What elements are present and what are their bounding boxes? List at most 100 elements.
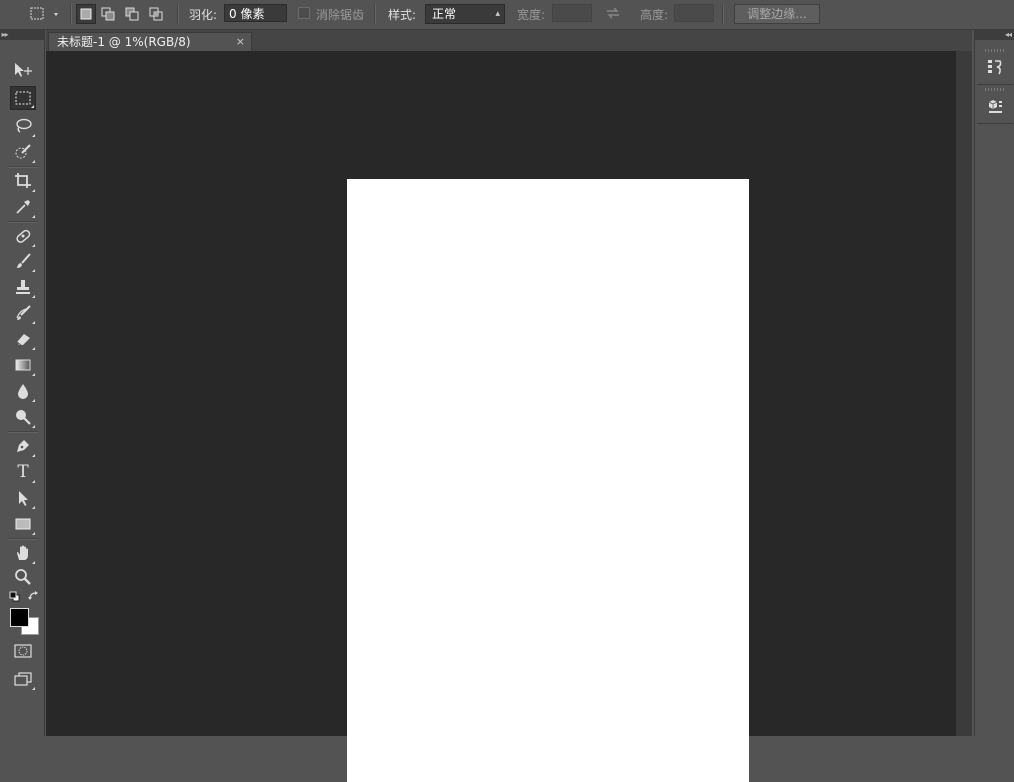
blur-tool-icon: [18, 384, 28, 399]
gradient-tool-icon: [15, 359, 31, 371]
document-tab-bar: 未标题-1 @ 1%(RGB/8) ×: [46, 30, 972, 51]
swap-width-height-button[interactable]: [605, 5, 621, 21]
submenu-indicator-icon: [32, 244, 35, 247]
submenu-indicator-icon: [32, 134, 35, 137]
move-tool-icon: [15, 63, 32, 77]
intersect-selection-button[interactable]: [146, 4, 166, 24]
dodge-tool[interactable]: [10, 405, 36, 429]
tool-preset-picker[interactable]: [28, 4, 64, 24]
crop-tool[interactable]: [10, 169, 36, 193]
subtract-from-selection-button[interactable]: [122, 4, 142, 24]
hand-tool-icon: [17, 545, 28, 560]
quick-mask-mode-button[interactable]: [10, 639, 36, 663]
feather-input[interactable]: 0 像素: [224, 4, 287, 22]
options-bar: 羽化: 0 像素 消除锯齿 样式: 正常 ▴ 宽度: 高度: 调整边缘...: [0, 0, 1014, 30]
quick-mask-icon: [14, 644, 32, 658]
submenu-indicator-icon: [32, 506, 35, 509]
eyedropper-tool-icon: [16, 200, 30, 214]
default-colors-icon: [9, 591, 20, 602]
add-to-selection-icon: [101, 7, 115, 21]
dock-separator: [977, 84, 1013, 85]
brush-tool[interactable]: [10, 249, 36, 273]
eraser-tool-icon: [16, 334, 30, 346]
style-label: 样式:: [388, 8, 417, 22]
vertical-scrollbar[interactable]: [956, 51, 972, 736]
pen-tool-icon: [17, 440, 29, 452]
style-select[interactable]: 正常 ▴: [425, 4, 505, 24]
foreground-color-swatch[interactable]: [10, 608, 29, 627]
tools-separator: [8, 538, 38, 540]
pen-tool[interactable]: [10, 434, 36, 458]
submenu-indicator-icon: [32, 269, 35, 272]
height-input[interactable]: [674, 4, 714, 22]
options-separator: [177, 4, 179, 24]
spot-healing-brush-tool-icon: [16, 229, 31, 243]
tools-separator: [8, 431, 38, 433]
submenu-indicator-icon: [31, 105, 34, 108]
path-selection-tool-icon: [19, 491, 28, 506]
submenu-indicator-icon: [32, 399, 35, 402]
history-brush-tool-icon: [16, 305, 31, 320]
quick-selection-tool-icon: [15, 144, 31, 159]
submenu-indicator-icon: [32, 160, 35, 163]
style-select-value: 正常: [432, 7, 457, 21]
submenu-indicator-icon: [32, 532, 35, 535]
zoom-tool-icon: [15, 569, 31, 585]
spot-healing-brush-tool[interactable]: [10, 224, 36, 248]
submenu-indicator-icon: [32, 215, 35, 218]
type-tool-icon: T: [17, 462, 29, 482]
panel-grip[interactable]: [985, 49, 1005, 52]
add-to-selection-button[interactable]: [98, 4, 118, 24]
properties-panel-button[interactable]: [983, 95, 1007, 117]
type-tool[interactable]: T: [10, 460, 36, 484]
rectangular-marquee-icon: [30, 7, 58, 20]
tools-separator: [8, 221, 38, 223]
rectangle-tool-icon: [15, 518, 31, 530]
hand-tool[interactable]: [10, 541, 36, 565]
blur-tool[interactable]: [10, 379, 36, 403]
panel-grip[interactable]: [985, 88, 1005, 91]
eraser-tool[interactable]: [10, 327, 36, 351]
history-brush-tool[interactable]: [10, 301, 36, 325]
new-selection-button[interactable]: [76, 4, 96, 24]
default-colors-button[interactable]: [9, 591, 20, 602]
history-panel-button[interactable]: [983, 56, 1007, 78]
rectangular-marquee-tool[interactable]: [10, 86, 36, 110]
new-selection-icon: [80, 8, 92, 20]
canvas-area[interactable]: [46, 51, 956, 782]
move-tool[interactable]: [10, 58, 36, 82]
lasso-tool[interactable]: [10, 114, 36, 138]
submenu-indicator-icon: [32, 189, 35, 192]
quick-selection-tool[interactable]: [10, 140, 36, 164]
width-input[interactable]: [552, 4, 592, 22]
dock-separator: [977, 123, 1013, 124]
tools-panel-collapse-button[interactable]: ▸▸: [0, 30, 44, 40]
subtract-from-selection-icon: [125, 7, 139, 21]
document-tab[interactable]: 未标题-1 @ 1%(RGB/8) ×: [48, 32, 252, 51]
gradient-tool[interactable]: [10, 353, 36, 377]
height-label: 高度:: [640, 8, 669, 22]
submenu-indicator-icon: [32, 687, 35, 690]
submenu-indicator-icon: [32, 347, 35, 350]
submenu-indicator-icon: [32, 295, 35, 298]
eyedropper-tool[interactable]: [10, 195, 36, 219]
panel-dock-expand-button[interactable]: ◂◂: [975, 30, 1014, 40]
swap-arrows-icon: [607, 7, 619, 19]
refine-edge-button[interactable]: 调整边缘...: [734, 4, 820, 24]
submenu-indicator-icon: [32, 480, 35, 483]
clone-stamp-tool[interactable]: [10, 275, 36, 299]
close-tab-icon[interactable]: ×: [236, 33, 245, 51]
document-tab-title: 未标题-1 @ 1%(RGB/8): [57, 35, 191, 49]
tools-separator: [8, 166, 38, 168]
options-separator: [374, 4, 376, 24]
anti-alias-checkbox[interactable]: [298, 7, 310, 19]
swap-colors-button[interactable]: [28, 590, 40, 602]
dodge-tool-icon: [16, 410, 31, 425]
right-panel-dock: ◂◂: [974, 30, 1014, 736]
document-canvas[interactable]: [347, 179, 749, 782]
submenu-indicator-icon: [32, 454, 35, 457]
screen-mode-button[interactable]: [10, 667, 36, 691]
path-selection-tool[interactable]: [10, 486, 36, 510]
zoom-tool[interactable]: [10, 565, 36, 589]
rectangle-tool[interactable]: [10, 512, 36, 536]
